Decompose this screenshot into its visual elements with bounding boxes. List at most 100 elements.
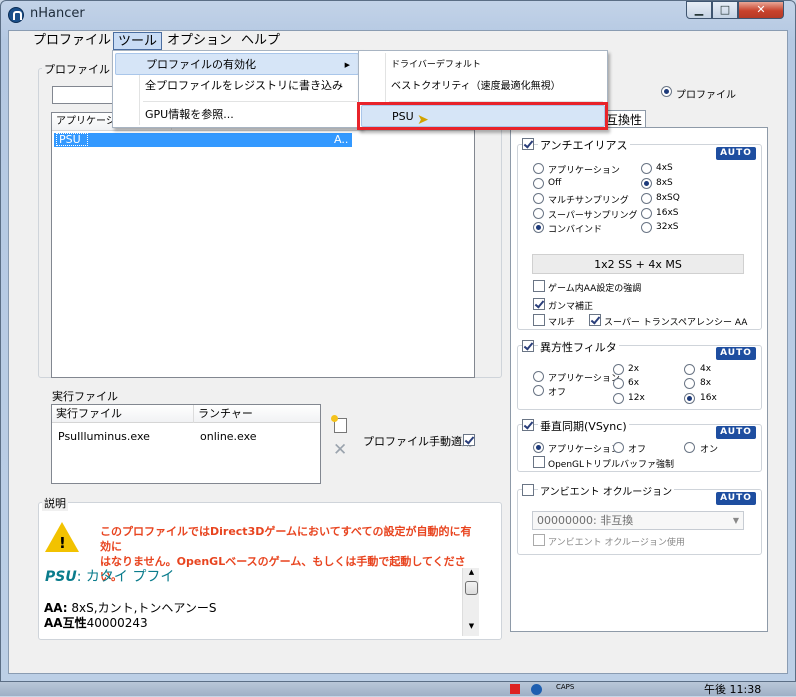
exec-list[interactable]: 実行ファイル ランチャー PsuIlluminus.exe online.exe bbox=[51, 404, 321, 484]
highlight-box bbox=[357, 102, 608, 130]
aa-supertrans-checkbox[interactable] bbox=[589, 314, 601, 326]
vsync-auto-badge[interactable]: AUTO bbox=[716, 426, 756, 439]
af-radio-application[interactable] bbox=[533, 371, 544, 382]
exec-group-label: 実行ファイル bbox=[50, 388, 120, 404]
manual-apply-label: プロファイル手動適用 bbox=[363, 435, 473, 448]
menu-help[interactable]: ヘルプ bbox=[237, 32, 284, 50]
tab-compatibility[interactable]: 互換性 bbox=[602, 110, 646, 128]
menu-profile[interactable]: プロファイル bbox=[29, 32, 115, 50]
menu-options[interactable]: オプション bbox=[163, 32, 236, 50]
column-header-launcher[interactable]: ランチャー bbox=[194, 405, 320, 423]
description-scrollbar[interactable]: ▲ ▼ bbox=[462, 568, 479, 636]
ao-enable-checkbox[interactable] bbox=[522, 484, 534, 496]
profile-radio[interactable] bbox=[661, 86, 672, 97]
menu-item-write-registry[interactable]: 全プロファイルをレジストリに書き込み bbox=[115, 75, 359, 97]
af-radio-2x[interactable] bbox=[613, 364, 624, 375]
af-label-2x: 2x bbox=[628, 364, 640, 374]
aa-radio-8xsq[interactable] bbox=[641, 193, 652, 204]
af-auto-badge[interactable]: AUTO bbox=[716, 347, 756, 360]
maximize-button[interactable]: □ bbox=[712, 1, 738, 19]
aa-radio-8xs[interactable] bbox=[641, 178, 652, 189]
aa-gamma-label: ガンマ補正 bbox=[548, 302, 594, 312]
title-bar[interactable]: nHancer ▁ □ ✕ bbox=[0, 0, 796, 28]
af-radio-off[interactable] bbox=[533, 385, 544, 396]
aa-radio-supersample[interactable] bbox=[533, 208, 544, 219]
ao-select[interactable]: 00000000: 非互換 ▼ bbox=[532, 511, 744, 530]
desc-profile-name: PSU bbox=[45, 569, 77, 585]
aa-mode-display[interactable]: 1x2 SS + 4x MS bbox=[532, 254, 744, 274]
af-label-12x: 12x bbox=[628, 393, 645, 403]
add-exe-icon[interactable] bbox=[331, 415, 347, 433]
menu-separator bbox=[143, 101, 357, 102]
app-icon bbox=[8, 7, 24, 23]
tray-alert-icon bbox=[510, 684, 520, 694]
submenu-item-driver-default[interactable]: ドライバーデフォルト bbox=[361, 54, 605, 76]
aa-label-multisample: マルチサンプリング bbox=[548, 196, 629, 206]
vsync-triple-label: OpenGLトリプルバッファ強制 bbox=[548, 460, 675, 470]
af-radio-8x[interactable] bbox=[684, 378, 695, 389]
ao-use-label: アンビエント オクルージョン使用 bbox=[548, 538, 685, 548]
tools-menu: プロファイルの有効化 ▶ 全プロファイルをレジストリに書き込み GPU情報を参照… bbox=[112, 50, 362, 128]
profile-row-tail: A.. bbox=[334, 133, 349, 146]
aa-auto-badge[interactable]: AUTO bbox=[716, 147, 756, 160]
profile-search-input[interactable] bbox=[52, 86, 114, 104]
ao-auto-badge[interactable]: AUTO bbox=[716, 492, 756, 505]
tray-network-icon bbox=[531, 684, 542, 695]
profile-list[interactable]: アプリケーション PSU A.. bbox=[51, 112, 475, 378]
aa-enable-checkbox[interactable] bbox=[522, 138, 534, 150]
ao-title: アンビエント オクルージョン bbox=[538, 483, 675, 498]
manual-apply-checkbox[interactable] bbox=[463, 434, 475, 446]
af-radio-6x[interactable] bbox=[613, 378, 624, 389]
aa-supertrans-label: スーパー トランスペアレンシー AA bbox=[604, 318, 748, 328]
af-label-6x: 6x bbox=[628, 378, 640, 388]
desc-profile-sub: : カタイ プフイ bbox=[76, 569, 175, 585]
menu-bar: プロファイル ツール オプション ヘルプ bbox=[9, 31, 787, 51]
profile-row-name: PSU bbox=[56, 133, 88, 146]
aa-radio-combined[interactable] bbox=[533, 222, 544, 233]
aa-radio-32xs[interactable] bbox=[641, 222, 652, 233]
af-enable-checkbox[interactable] bbox=[522, 340, 534, 352]
vsync-triple-checkbox[interactable] bbox=[533, 456, 545, 468]
aa-multi-label: マルチ bbox=[548, 318, 576, 328]
aa-radio-application[interactable] bbox=[533, 163, 544, 174]
scroll-down-icon[interactable]: ▼ bbox=[463, 622, 480, 632]
column-header-exe[interactable]: 実行ファイル bbox=[52, 405, 194, 423]
aa-radio-multisample[interactable] bbox=[533, 193, 544, 204]
desc-profile-line: PSU: カタイ プフイ bbox=[45, 566, 174, 586]
exec-row-launcher[interactable]: online.exe bbox=[200, 430, 257, 443]
vsync-enable-checkbox[interactable] bbox=[522, 419, 534, 431]
aa-label-8xsq: 8xSQ bbox=[656, 193, 680, 203]
vsync-radio-on[interactable] bbox=[684, 442, 695, 453]
aa-label-supersample: スーパーサンプリング bbox=[548, 211, 638, 221]
profile-row-selected[interactable]: PSU A.. bbox=[54, 133, 352, 147]
scroll-up-icon[interactable]: ▲ bbox=[463, 568, 480, 578]
af-radio-4x[interactable] bbox=[684, 364, 695, 375]
remove-exe-icon[interactable]: ✕ bbox=[333, 440, 347, 460]
aa-ingame-checkbox[interactable] bbox=[533, 280, 545, 292]
menu-item-gpu-info[interactable]: GPU情報を参照... bbox=[115, 104, 359, 126]
aa-multi-checkbox[interactable] bbox=[533, 314, 545, 326]
minimize-button[interactable]: ▁ bbox=[686, 1, 712, 19]
af-radio-12x[interactable] bbox=[613, 393, 624, 404]
ao-use-checkbox[interactable] bbox=[533, 534, 545, 546]
submenu-arrow-icon: ▶ bbox=[344, 61, 350, 69]
menu-item-enable-profile[interactable]: プロファイルの有効化 ▶ bbox=[115, 53, 359, 75]
description-group-label: 説明 bbox=[42, 495, 68, 511]
submenu-item-best-quality[interactable]: ベストクオリティ（速度最適化無視） bbox=[361, 76, 605, 98]
aa-radio-off[interactable] bbox=[533, 178, 544, 189]
scroll-thumb[interactable] bbox=[465, 581, 478, 595]
close-button[interactable]: ✕ bbox=[738, 1, 784, 19]
aa-label-16xs: 16xS bbox=[656, 208, 679, 218]
aa-radio-16xs[interactable] bbox=[641, 208, 652, 219]
chevron-down-icon: ▼ bbox=[732, 516, 739, 525]
aa-gamma-checkbox[interactable] bbox=[533, 298, 545, 310]
desc-key-aa-compat: AA互性 bbox=[44, 616, 87, 630]
vsync-radio-application[interactable] bbox=[533, 442, 544, 453]
af-radio-16x[interactable] bbox=[684, 393, 695, 404]
vsync-radio-off[interactable] bbox=[613, 442, 624, 453]
aa-radio-4xs[interactable] bbox=[641, 163, 652, 174]
exec-row-exe[interactable]: PsuIlluminus.exe bbox=[58, 430, 150, 443]
add-star-icon bbox=[331, 415, 338, 422]
vsync-label-off: オフ bbox=[628, 445, 647, 455]
menu-tools[interactable]: ツール bbox=[113, 32, 163, 50]
